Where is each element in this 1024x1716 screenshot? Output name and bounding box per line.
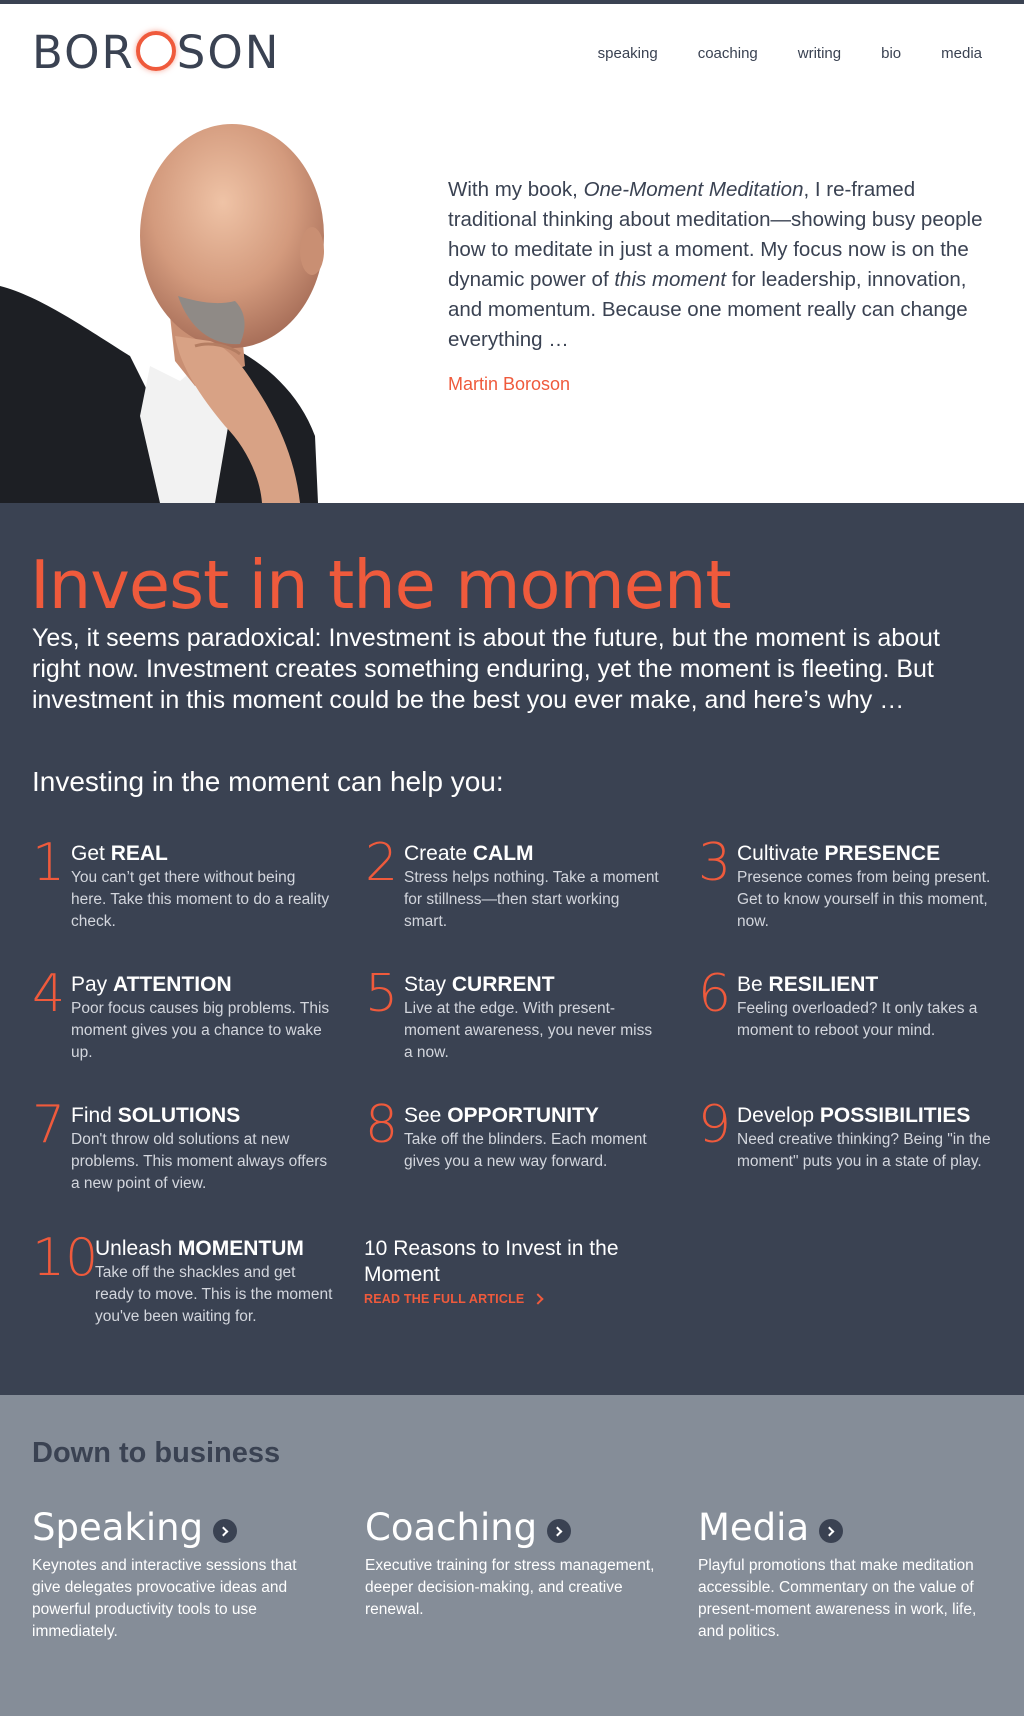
reason-text: Presence comes from being present. Get t…	[737, 869, 991, 930]
nav-media[interactable]: media	[941, 44, 982, 64]
reason-heading: Get REAL	[71, 842, 168, 865]
reason-heading: Cultivate PRESENCE	[737, 842, 941, 865]
reason-number: 9	[698, 1095, 732, 1155]
business-heading-label: Coaching	[365, 1506, 538, 1549]
nav-speaking[interactable]: speaking	[598, 44, 658, 64]
reason-number: 1	[32, 833, 66, 893]
business-card-speaking: Speaking Keynotes and interactive sessio…	[32, 1505, 322, 1643]
nav-writing[interactable]: writing	[798, 44, 841, 64]
read-article-label: READ THE FULL ARTICLE	[364, 1292, 525, 1306]
business-card-coaching: Coaching Executive training for stress m…	[365, 1505, 655, 1621]
reason-text: Stress helps nothing. Take a moment for …	[404, 869, 659, 930]
reason-number: 4	[32, 964, 66, 1024]
business-card-media: Media Playful promotions that make medit…	[698, 1505, 988, 1643]
hero-section: With my book, One-Moment Meditation, I r…	[0, 96, 1024, 503]
chevron-right-icon	[532, 1293, 545, 1305]
reason-text: Take off the shackles and get ready to m…	[95, 1264, 333, 1325]
logo-text-left: BOR	[32, 26, 135, 79]
business-heading-label: Media	[698, 1506, 810, 1549]
business-title: Down to business	[32, 1437, 281, 1469]
reason-text: Take off the blinders. Each moment gives…	[404, 1131, 647, 1170]
quote-emphasis: this moment	[614, 268, 727, 291]
reason-heading: Develop POSSIBILITIES	[737, 1104, 971, 1127]
reason-heading: Find SOLUTIONS	[71, 1104, 241, 1127]
quote-author: Martin Boroson	[448, 374, 571, 394]
read-article-link[interactable]: READ THE FULL ARTICLE	[364, 1292, 545, 1306]
reason-number: 2	[365, 833, 399, 893]
main-nav: speaking coaching writing bio media	[558, 44, 982, 64]
business-description: Playful promotions that make meditation …	[698, 1557, 977, 1640]
invest-section: Invest in the moment Yes, it seems parad…	[0, 503, 1024, 1395]
reason-number: 5	[365, 964, 399, 1024]
arrow-right-icon[interactable]	[819, 1519, 844, 1543]
reason-heading: See OPPORTUNITY	[404, 1104, 599, 1127]
nav-bio[interactable]: bio	[881, 44, 901, 64]
reason-number: 7	[32, 1095, 66, 1155]
site-header: BOR SON speaking coaching writing bio med…	[0, 4, 1024, 96]
business-heading[interactable]: Media	[698, 1505, 988, 1551]
reason-text: Poor focus causes big problems. This mom…	[71, 1000, 330, 1061]
reason-number: 8	[365, 1095, 399, 1155]
arrow-right-icon[interactable]	[213, 1519, 238, 1543]
business-description: Executive training for stress management…	[365, 1557, 655, 1618]
quote-book-title: One-Moment Meditation	[583, 178, 804, 201]
intro-quote: With my book, One-Moment Meditation, I r…	[448, 175, 998, 355]
business-section: Down to business Speaking Keynotes and i…	[0, 1395, 1024, 1716]
logo-text-right: SON	[176, 26, 281, 79]
article-title[interactable]: 10 Reasons to Invest in the Moment	[364, 1236, 624, 1288]
reason-number: 3	[698, 833, 732, 893]
reason-text: You can’t get there without being here. …	[71, 869, 330, 930]
site-logo[interactable]: BOR SON	[32, 28, 280, 75]
quote-text-1: With my book,	[448, 178, 584, 201]
reason-heading: Unleash MOMENTUM	[95, 1237, 304, 1260]
reason-heading: Be RESILIENT	[737, 973, 879, 996]
reason-heading: Create CALM	[404, 842, 534, 865]
logo-circle-icon	[135, 31, 176, 71]
reason-text: Feeling overloaded? It only takes a mome…	[737, 1000, 978, 1039]
reason-number: 6	[698, 964, 732, 1024]
portrait-image	[0, 96, 330, 503]
business-heading[interactable]: Speaking	[32, 1505, 322, 1551]
business-heading-label: Speaking	[32, 1506, 204, 1549]
reason-text: Live at the edge. With present-moment aw…	[404, 1000, 653, 1061]
business-description: Keynotes and interactive sessions that g…	[32, 1557, 297, 1640]
reason-text: Need creative thinking? Being "in the mo…	[737, 1131, 991, 1170]
reason-heading: Pay ATTENTION	[71, 973, 232, 996]
reason-text: Don't throw old solutions at new problem…	[71, 1131, 328, 1192]
reason-number: 10	[32, 1228, 99, 1288]
help-title: Investing in the moment can help you:	[32, 766, 504, 797]
invest-intro: Yes, it seems paradoxical: Investment is…	[32, 624, 940, 714]
reason-heading: Stay CURRENT	[404, 973, 555, 996]
nav-coaching[interactable]: coaching	[698, 44, 758, 64]
business-heading[interactable]: Coaching	[365, 1505, 655, 1551]
arrow-right-icon[interactable]	[547, 1519, 572, 1543]
invest-title: Invest in the moment	[30, 546, 732, 624]
